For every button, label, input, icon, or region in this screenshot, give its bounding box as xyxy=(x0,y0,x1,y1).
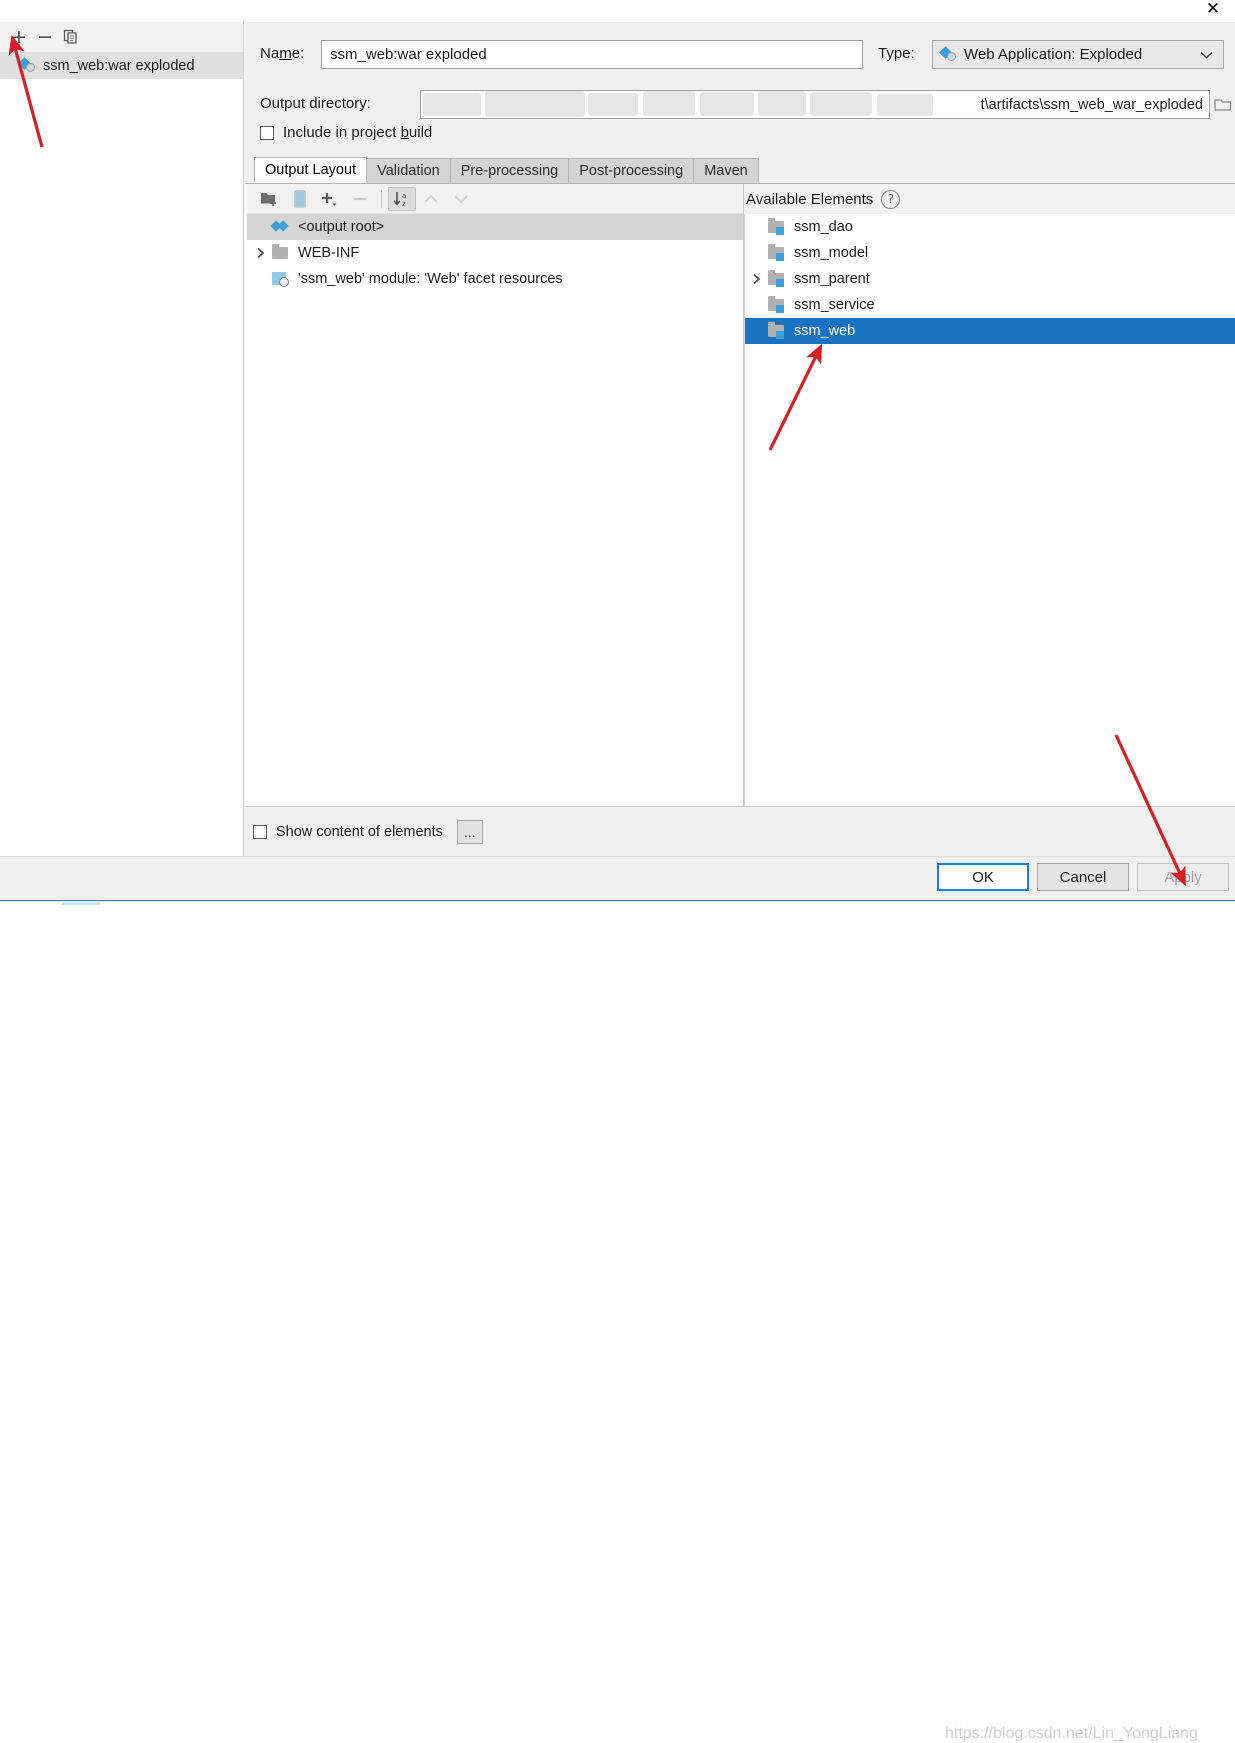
move-down-icon xyxy=(446,187,476,211)
browse-output-directory-icon[interactable] xyxy=(1210,90,1235,119)
list-item[interactable]: ssm_dao xyxy=(745,214,1235,240)
output-directory-label: Output directory: xyxy=(260,95,371,112)
type-label: Type: xyxy=(878,45,915,62)
artifact-tabs: Output Layout Validation Pre-processing … xyxy=(245,157,1235,184)
output-directory-value: t\artifacts\ssm_web_war_exploded xyxy=(980,96,1203,113)
output-layout-panels: a z <output root> WEB-INF 'ssm_web' modu… xyxy=(245,184,1235,806)
name-label: Name: xyxy=(260,45,305,62)
web-facet-icon xyxy=(271,269,291,289)
remove-icon xyxy=(345,187,375,211)
artifact-item-label: ssm_web:war exploded xyxy=(43,57,195,74)
name-input[interactable]: ssm_web:war exploded xyxy=(321,40,863,69)
module-icon xyxy=(767,269,787,289)
list-item-label: ssm_web xyxy=(794,323,856,339)
add-directory-icon[interactable] xyxy=(255,187,285,211)
dialog-button-bar: OK Cancel Apply https://blog.csdn.net/Li… xyxy=(0,856,1235,1742)
include-in-project-build-label: Include in project build xyxy=(283,124,433,141)
tree-row[interactable]: 'ssm_web' module: 'Web' facet resources xyxy=(247,266,743,292)
module-icon xyxy=(767,321,787,341)
redaction-block xyxy=(588,93,638,116)
chevron-right-icon[interactable] xyxy=(249,240,271,266)
show-content-of-elements-checkbox[interactable] xyxy=(253,824,267,839)
svg-text:z: z xyxy=(402,200,406,208)
output-layout-toolbar: a z xyxy=(247,184,743,214)
toolbar-separator xyxy=(381,189,382,208)
tab-validation[interactable]: Validation xyxy=(366,158,451,183)
window-titlebar: ✕ xyxy=(0,0,1235,22)
exploded-war-artifact-icon xyxy=(939,45,958,63)
module-icon xyxy=(767,217,787,237)
include-in-project-build-checkbox[interactable] xyxy=(260,125,274,140)
output-layout-tree-panel: a z <output root> WEB-INF 'ssm_web' modu… xyxy=(247,184,744,806)
tab-post-processing[interactable]: Post-processing xyxy=(568,158,695,183)
list-item[interactable]: ssm_service xyxy=(745,292,1235,318)
tree-row-label: 'ssm_web' module: 'Web' facet resources xyxy=(298,271,563,287)
chevron-down-icon xyxy=(1200,48,1213,62)
available-elements-title: Available Elements xyxy=(746,190,874,208)
redaction-block xyxy=(700,92,754,116)
list-item-label: ssm_service xyxy=(794,297,875,313)
ok-button[interactable]: OK xyxy=(937,863,1029,891)
tab-pre-processing[interactable]: Pre-processing xyxy=(449,158,570,183)
show-content-of-elements-label: Show content of elements xyxy=(276,823,443,840)
tab-maven[interactable]: Maven xyxy=(693,158,759,183)
list-item[interactable]: ssm_model xyxy=(745,240,1235,266)
taskbar-sliver xyxy=(0,900,1235,905)
tab-output-layout[interactable]: Output Layout xyxy=(254,157,368,183)
copy-artifact-icon[interactable] xyxy=(58,25,84,49)
chevron-right-icon[interactable] xyxy=(745,266,767,292)
svg-text:a: a xyxy=(402,192,406,200)
move-up-icon xyxy=(416,187,446,211)
cancel-button[interactable]: Cancel xyxy=(1037,863,1129,891)
tree-row[interactable]: WEB-INF xyxy=(247,240,743,266)
list-item-label: ssm_dao xyxy=(794,219,853,235)
artifacts-list: ssm_web:war exploded xyxy=(0,52,243,856)
add-artifact-icon[interactable]: + xyxy=(6,25,32,49)
redaction-block xyxy=(643,91,695,116)
module-icon xyxy=(767,243,787,263)
list-item-label: ssm_parent xyxy=(794,271,870,287)
list-item-label: ssm_model xyxy=(794,245,869,261)
redaction-block xyxy=(758,91,806,116)
remove-artifact-icon[interactable]: − xyxy=(32,25,58,49)
add-copy-of-icon[interactable] xyxy=(315,187,345,211)
artifact-list-item[interactable]: ssm_web:war exploded xyxy=(0,52,243,79)
list-item[interactable]: ssm_web xyxy=(745,318,1235,344)
tree-row[interactable]: <output root> xyxy=(247,214,743,240)
available-elements-list: ssm_dao ssm_model ssm_parent ssm_service… xyxy=(744,214,1235,806)
exploded-war-artifact-icon xyxy=(18,56,37,74)
add-archive-icon[interactable] xyxy=(285,187,315,211)
module-icon xyxy=(767,295,787,315)
artifacts-toolbar: + − xyxy=(0,22,243,52)
available-elements-panel: Available Elements ? ssm_dao ssm_model s… xyxy=(744,184,1235,806)
artifact-root-icon xyxy=(270,217,291,237)
name-row: Name: ssm_web:war exploded Type: Web App… xyxy=(245,40,1235,70)
tree-row-label: <output root> xyxy=(298,219,385,235)
redaction-block xyxy=(485,91,585,117)
artifacts-sidebar: + − ssm_web:war exploded xyxy=(0,22,244,856)
output-layout-footer: Show content of elements ... xyxy=(245,806,1235,856)
more-options-button[interactable]: ... xyxy=(456,819,483,844)
output-layout-tree: <output root> WEB-INF 'ssm_web' module: … xyxy=(247,214,743,806)
available-elements-header: Available Elements ? xyxy=(744,184,1235,214)
tree-row-label: WEB-INF xyxy=(298,245,360,261)
include-in-project-build-row[interactable]: Include in project build xyxy=(260,124,432,141)
artifact-type-value: Web Application: Exploded xyxy=(964,46,1143,63)
redaction-block xyxy=(810,92,872,116)
folder-icon xyxy=(271,243,291,263)
close-icon[interactable]: ✕ xyxy=(1195,0,1231,22)
list-item[interactable]: ssm_parent xyxy=(745,266,1235,292)
artifact-editor-panel: Name: ssm_web:war exploded Type: Web App… xyxy=(245,22,1235,856)
apply-button: Apply xyxy=(1137,863,1229,891)
sort-alphabetically-icon[interactable]: a z xyxy=(388,186,416,211)
help-icon[interactable]: ? xyxy=(881,189,901,209)
watermark: https://blog.csdn.net/Lin_YongLiang xyxy=(945,1725,1198,1742)
artifact-type-dropdown[interactable]: Web Application: Exploded xyxy=(932,40,1224,69)
output-directory-row: Output directory: t\artifacts\ssm_web_wa… xyxy=(245,90,1235,120)
redaction-block xyxy=(877,94,933,116)
redaction-block xyxy=(423,93,481,116)
